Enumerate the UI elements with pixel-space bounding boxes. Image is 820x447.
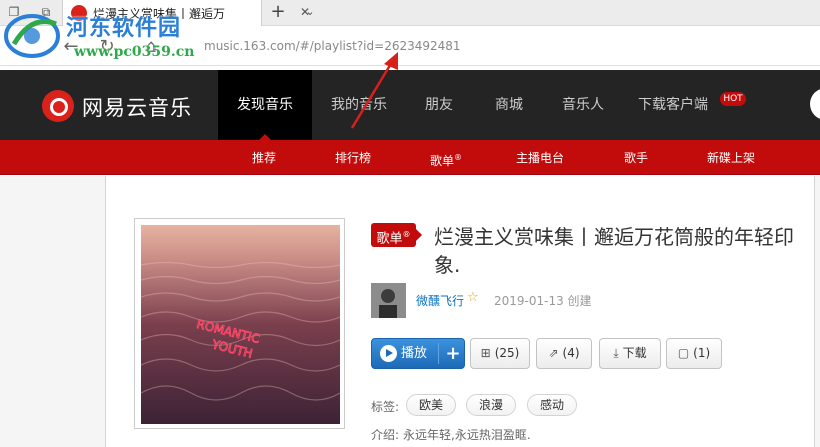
hot-badge: HOT bbox=[720, 92, 746, 106]
intro-label: 介绍: bbox=[371, 428, 400, 442]
comment-count: (1) bbox=[693, 346, 711, 360]
watermark-site-url: www.pc0359.cn bbox=[74, 44, 195, 60]
play-label: 播放 bbox=[401, 346, 428, 361]
nav-discover[interactable]: 发现音乐 bbox=[218, 70, 312, 140]
subnav-new-albums[interactable]: 新碟上架 bbox=[707, 149, 755, 167]
download-icon: ⤓ bbox=[613, 346, 619, 360]
new-tab-icon[interactable]: + bbox=[268, 2, 288, 22]
tag-romantic[interactable]: 浪漫 bbox=[466, 394, 517, 416]
annotation-arrow-icon bbox=[350, 52, 398, 129]
comment-icon: ▢ bbox=[677, 346, 690, 360]
play-button[interactable]: 播放 + bbox=[371, 338, 465, 369]
nav-mall[interactable]: 商城 bbox=[478, 70, 540, 140]
collect-count: (25) bbox=[494, 346, 520, 360]
url-field[interactable]: music.163.com/#/playlist?id=2623492481 bbox=[204, 39, 461, 53]
site-header: 网易云音乐 发现音乐 我的音乐 朋友 商城 音乐人 下载客户端 bbox=[0, 70, 820, 140]
nav-download-client[interactable]: 下载客户端 bbox=[628, 70, 718, 140]
playlist-badge: 歌单® bbox=[371, 223, 422, 247]
tags-label: 标签: bbox=[371, 400, 400, 414]
playlist-badge-label: 歌单 bbox=[376, 231, 403, 247]
playlist-cover-frame: ROMANTIC YOUTH bbox=[134, 218, 345, 429]
share-button[interactable]: ⇗ (4) bbox=[536, 338, 592, 369]
playlist-title: 烂漫主义赏味集丨邂逅万花筒般的年轻印象. bbox=[434, 225, 794, 277]
add-to-queue-icon[interactable]: + bbox=[442, 339, 464, 368]
tag-europe-america[interactable]: 欧美 bbox=[406, 394, 457, 416]
nav-musician[interactable]: 音乐人 bbox=[548, 70, 618, 140]
netease-logo-icon[interactable] bbox=[42, 90, 74, 122]
registered-mark: ® bbox=[454, 153, 463, 162]
created-date: 2019-01-13 创建 bbox=[494, 294, 592, 308]
page-gutter-left bbox=[0, 176, 105, 447]
avatar-image bbox=[371, 283, 406, 318]
collect-button[interactable]: ⊞ (25) bbox=[470, 338, 530, 369]
sub-nav: 推荐 排行榜 歌单® 主播电台 歌手 新碟上架 bbox=[0, 140, 820, 175]
comment-button[interactable]: ▢ (1) bbox=[666, 338, 722, 369]
button-divider bbox=[438, 343, 439, 364]
share-icon: ⇗ bbox=[548, 346, 559, 360]
page-gutter-right bbox=[815, 176, 820, 447]
watermark-logo-icon bbox=[4, 14, 60, 58]
subnav-radio[interactable]: 主播电台 bbox=[516, 149, 564, 167]
playlist-intro: 介绍: 永远年轻,永远热泪盈眶. bbox=[371, 426, 531, 443]
registered-mark: ® bbox=[402, 230, 411, 239]
star-icon: ☆ bbox=[467, 290, 479, 305]
creator-link[interactable]: 微醺飞行 bbox=[416, 292, 464, 309]
intro-text: 永远年轻,永远热泪盈眶. bbox=[403, 428, 531, 442]
subnav-artists[interactable]: 歌手 bbox=[624, 149, 648, 167]
add-folder-icon: ⊞ bbox=[480, 346, 491, 360]
download-label: 下载 bbox=[622, 346, 647, 360]
subnav-playlists-label: 歌单 bbox=[430, 154, 455, 168]
playlist-cover-image: ROMANTIC YOUTH bbox=[141, 225, 340, 424]
chevron-down-icon[interactable]: ⌄ bbox=[302, 4, 318, 20]
avatar[interactable] bbox=[371, 283, 406, 318]
watermark-site-name: 河东软件园 bbox=[66, 15, 182, 41]
subnav-charts[interactable]: 排行榜 bbox=[335, 149, 371, 167]
site-logo-text[interactable]: 网易云音乐 bbox=[82, 92, 192, 122]
play-icon bbox=[380, 345, 397, 362]
subnav-recommend[interactable]: 推荐 bbox=[252, 149, 276, 167]
share-count: (4) bbox=[562, 346, 580, 360]
subnav-playlists[interactable]: 歌单® bbox=[430, 149, 463, 168]
download-button[interactable]: ⤓ 下载 bbox=[599, 338, 661, 369]
tag-touching[interactable]: 感动 bbox=[527, 394, 578, 416]
nav-friends[interactable]: 朋友 bbox=[408, 70, 470, 140]
